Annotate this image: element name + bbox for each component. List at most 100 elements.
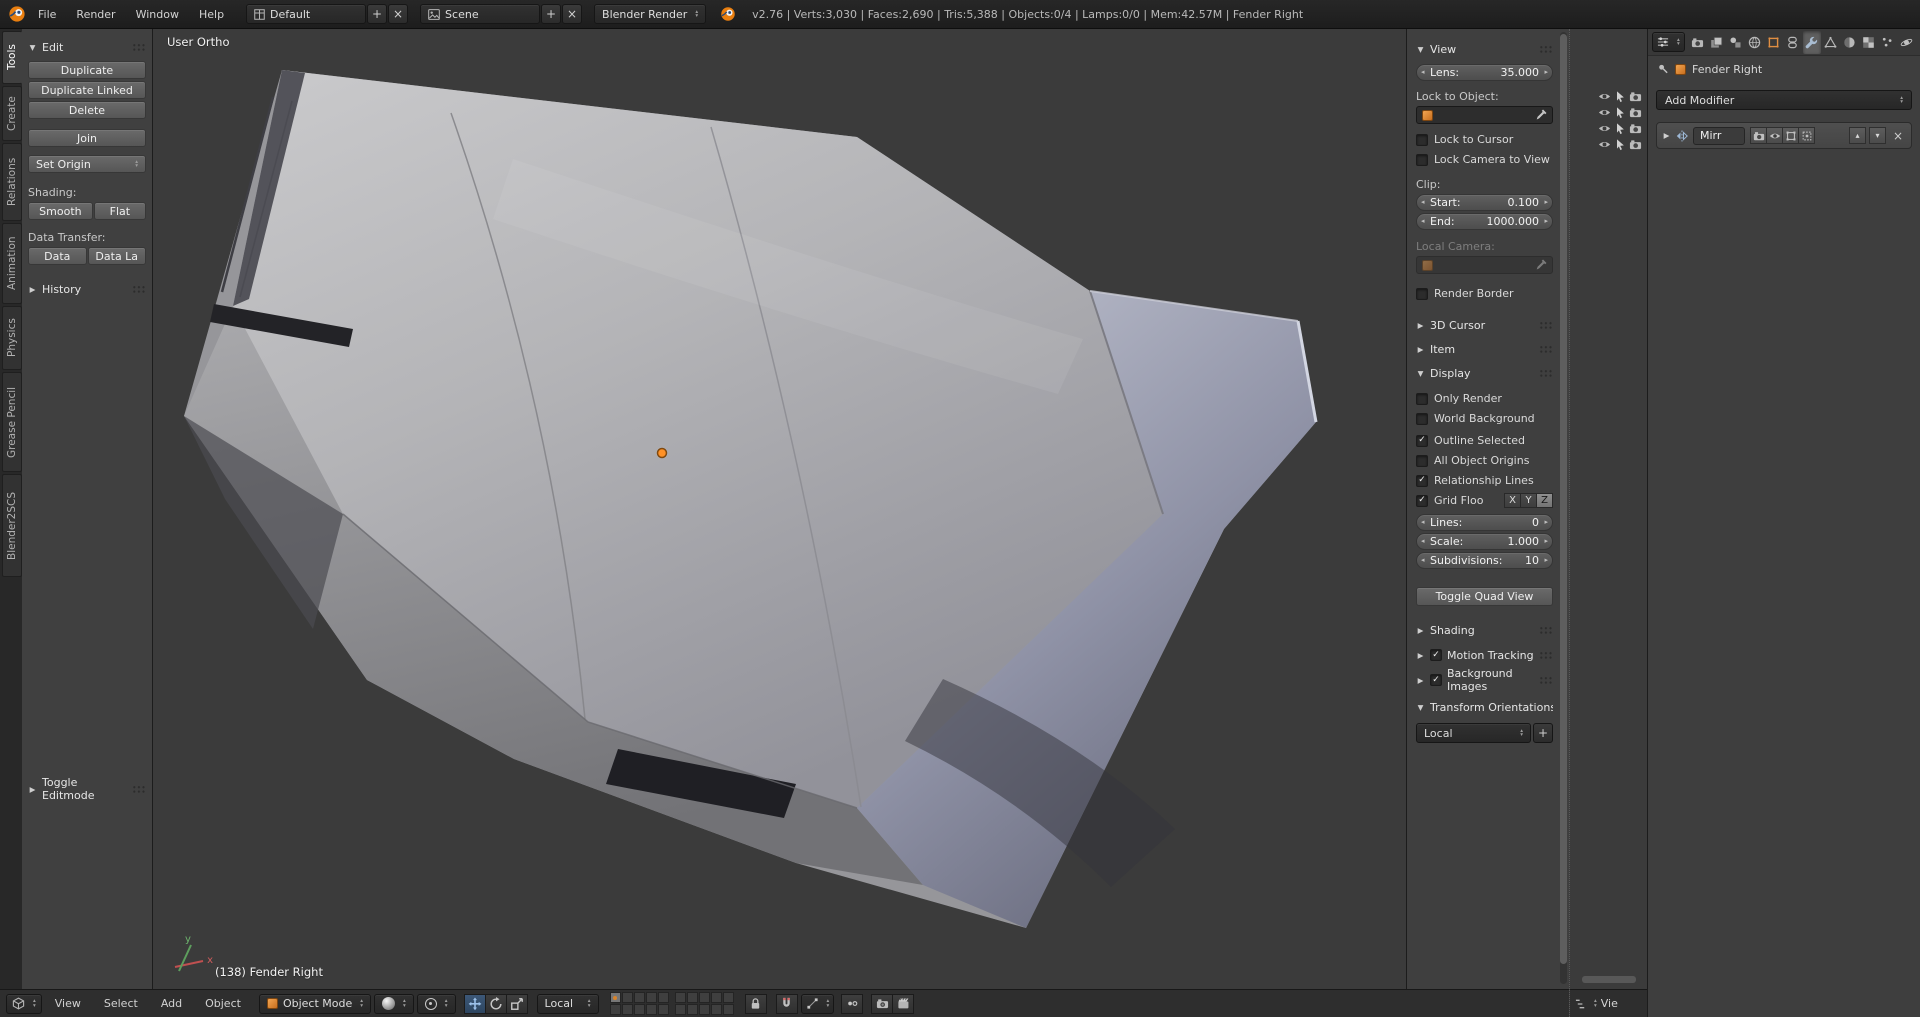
layer-cell[interactable] — [675, 1004, 686, 1015]
panel-drag-handle[interactable] — [1539, 345, 1553, 354]
add-orientation-button[interactable] — [1533, 723, 1553, 743]
outline-selected-checkbox[interactable]: Outline Selected — [1416, 433, 1553, 448]
tab-animation[interactable]: Animation — [2, 223, 22, 304]
menu-select[interactable]: Select — [94, 997, 148, 1010]
checkbox[interactable] — [1416, 393, 1428, 405]
lock-camera-checkbox[interactable]: Lock Camera to View — [1416, 152, 1553, 167]
tab-tools[interactable]: Tools — [2, 31, 22, 84]
opengl-render-image-button[interactable] — [871, 994, 893, 1014]
snap-toggle-button[interactable] — [776, 994, 798, 1014]
lens-field[interactable]: Lens: 35.000 — [1416, 64, 1553, 81]
tab-blender2scs[interactable]: Blender2SCS — [2, 474, 22, 577]
checkbox[interactable] — [1430, 649, 1442, 661]
panel-collapsed-icon[interactable] — [1416, 676, 1425, 685]
visibility-eye-icon[interactable] — [1598, 90, 1611, 103]
checkbox[interactable] — [1416, 154, 1428, 166]
modifier-editmode-toggle[interactable] — [1782, 127, 1799, 144]
panel-edit-header[interactable]: Edit — [28, 39, 146, 55]
checkbox[interactable] — [1416, 134, 1428, 146]
duplicate-linked-button[interactable]: Duplicate Linked — [28, 81, 146, 99]
modifier-move-down-button[interactable] — [1869, 127, 1886, 144]
editor-type-selector[interactable] — [6, 994, 42, 1014]
clip-end-field[interactable]: End: 1000.000 — [1416, 213, 1553, 230]
menu-help[interactable]: Help — [189, 8, 234, 21]
tab-render-layers[interactable] — [1708, 31, 1726, 54]
menu-window[interactable]: Window — [126, 8, 189, 21]
panel-view-header[interactable]: View — [1416, 41, 1553, 57]
lock-to-cursor-checkbox[interactable]: Lock to Cursor — [1416, 132, 1553, 147]
shade-flat-button[interactable]: Flat — [94, 202, 146, 220]
layer-cell[interactable] — [610, 1004, 621, 1015]
layer-cell[interactable] — [699, 992, 710, 1003]
panel-history-header[interactable]: History — [28, 281, 146, 297]
selectable-cursor-icon[interactable] — [1614, 90, 1626, 103]
panel-collapsed-icon[interactable] — [1416, 321, 1425, 330]
render-border-checkbox[interactable]: Render Border — [1416, 286, 1553, 301]
layer-cell[interactable] — [634, 1004, 645, 1015]
snap-element-dropdown[interactable] — [801, 994, 835, 1014]
layer-cell[interactable] — [634, 992, 645, 1003]
panel-expand-icon[interactable] — [1416, 45, 1425, 54]
panel-drag-handle[interactable] — [1539, 676, 1553, 685]
renderable-camera-icon[interactable] — [1629, 106, 1642, 119]
panel-collapsed-icon[interactable] — [1416, 651, 1425, 660]
selectable-cursor-icon[interactable] — [1614, 106, 1626, 119]
world-background-checkbox[interactable]: World Background — [1416, 411, 1553, 426]
toggle-editmode-header[interactable]: Toggle Editmode — [28, 781, 146, 797]
modifier-move-up-button[interactable] — [1849, 127, 1866, 144]
tab-particles[interactable] — [1879, 31, 1897, 54]
panel-drag-handle[interactable] — [1539, 45, 1553, 54]
add-layout-button[interactable] — [367, 4, 387, 24]
tab-create[interactable]: Create — [2, 86, 22, 141]
layer-cell[interactable] — [687, 1004, 698, 1015]
axis-y-toggle[interactable]: Y — [1520, 493, 1537, 508]
only-render-checkbox[interactable]: Only Render — [1416, 391, 1553, 406]
panel-collapsed-icon[interactable] — [28, 285, 37, 294]
layer-cell[interactable] — [622, 992, 633, 1003]
grid-lines-field[interactable]: Lines: 0 — [1416, 514, 1553, 531]
renderable-camera-icon[interactable] — [1629, 90, 1642, 103]
panel-drag-handle[interactable] — [1539, 321, 1553, 330]
layer-cell[interactable] — [699, 1004, 710, 1015]
layer-cell[interactable] — [723, 992, 734, 1003]
panel-display-header[interactable]: Display — [1416, 365, 1553, 381]
tab-render[interactable] — [1689, 31, 1707, 54]
checkbox[interactable] — [1416, 288, 1428, 300]
grid-scale-field[interactable]: Scale: 1.000 — [1416, 533, 1553, 550]
visibility-eye-icon[interactable] — [1598, 106, 1611, 119]
manipulate-centers-button[interactable] — [841, 994, 863, 1014]
lock-to-scene-button[interactable] — [745, 994, 767, 1014]
layer-cell[interactable] — [658, 992, 669, 1003]
render-engine-dropdown[interactable]: Blender Render — [594, 4, 706, 24]
opengl-render-animation-button[interactable] — [892, 994, 914, 1014]
pivot-point-dropdown[interactable] — [417, 994, 456, 1014]
modifier-realtime-toggle[interactable] — [1766, 127, 1783, 144]
layer-cell[interactable] — [610, 992, 621, 1003]
panel-collapsed-icon[interactable] — [1416, 626, 1425, 635]
renderable-camera-icon[interactable] — [1629, 138, 1642, 151]
viewport-3d[interactable]: User Ortho (138) Fender Right x y — [153, 29, 1406, 989]
grid-floor-checkbox[interactable]: Grid Floo X Y Z — [1416, 493, 1553, 508]
menu-view[interactable]: View — [45, 997, 91, 1010]
checkbox[interactable] — [1416, 475, 1428, 487]
layer-cell[interactable] — [658, 1004, 669, 1015]
layer-cell[interactable] — [646, 1004, 657, 1015]
manipulator-rotate-button[interactable] — [485, 994, 507, 1014]
layer-cell[interactable] — [711, 1004, 722, 1015]
delete-layout-button[interactable] — [388, 4, 408, 24]
orientation-dropdown[interactable]: Local — [1416, 723, 1531, 743]
data-transfer-button[interactable]: Data — [28, 247, 87, 265]
outliner-menu-label[interactable]: Vie — [1601, 997, 1618, 1010]
modifier-expand-icon[interactable] — [1662, 131, 1671, 140]
blender-logo-icon[interactable] — [8, 5, 26, 23]
panel-motion-tracking-header[interactable]: Motion Tracking — [1416, 647, 1553, 663]
panel-drag-handle[interactable] — [132, 43, 146, 52]
all-object-origins-checkbox[interactable]: All Object Origins — [1416, 453, 1553, 468]
panel-shading-header[interactable]: Shading — [1416, 622, 1553, 638]
tab-grease-pencil[interactable]: Grease Pencil — [2, 372, 22, 472]
add-scene-button[interactable] — [541, 4, 561, 24]
panel-expand-icon[interactable] — [1416, 369, 1425, 378]
delete-button[interactable]: Delete — [28, 101, 146, 119]
panel-drag-handle[interactable] — [1539, 626, 1553, 635]
tab-object-data[interactable] — [1822, 31, 1840, 54]
